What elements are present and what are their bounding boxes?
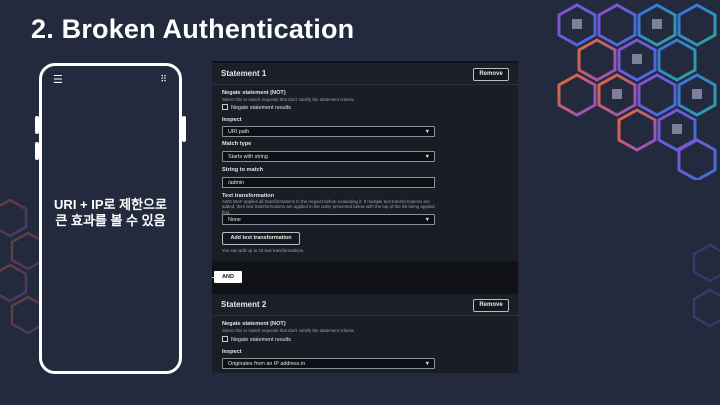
match-type-select[interactable]: Starts with string ▼ — [222, 151, 435, 162]
statement-1-body: Negate statement (NOT) Select this to ma… — [212, 85, 518, 261]
app-grid-icon[interactable]: ⠿ — [160, 75, 167, 84]
string-to-match-label: String to match — [222, 167, 264, 173]
statement-2-remove-button[interactable]: Remove — [473, 299, 509, 312]
slide-title: 2. Broken Authentication — [31, 14, 355, 44]
inspect-select-value-2: Originates from an IP address in — [228, 361, 306, 367]
negate-checkbox-2[interactable] — [222, 336, 228, 342]
waf-rule-console: Statement 1 Remove Negate statement (NOT… — [212, 61, 518, 373]
phone-caption: URI + IP로 제한으로 큰 효과를 볼 수 있음 — [42, 197, 179, 229]
string-to-match-value: /admin — [228, 180, 245, 186]
statement-1-remove-button[interactable]: Remove — [473, 68, 509, 81]
phone-mockup: ☰ ⠿ URI + IP로 제한으로 큰 효과를 볼 수 있음 — [35, 63, 186, 374]
phone-caption-line-1: URI + IP로 제한으로 — [54, 197, 167, 212]
match-type-value: Starts with string — [228, 154, 268, 160]
negate-checkbox-label-2: Negate statement results — [231, 337, 291, 343]
statement-1-header: Statement 1 Remove — [212, 63, 518, 85]
hexagon-pattern-decoration — [557, 3, 717, 180]
inspect-select-2[interactable]: Originates from an IP address in ▼ — [222, 358, 435, 369]
hexagon-pattern-decoration-faint — [0, 198, 40, 335]
inspect-label: Inspect — [222, 117, 242, 123]
caret-down-icon: ▼ — [424, 129, 430, 135]
caret-down-icon: ▼ — [424, 154, 430, 160]
inspect-select[interactable]: URI path ▼ — [222, 126, 435, 137]
negate-checkbox[interactable] — [222, 104, 228, 110]
caret-down-icon: ▼ — [424, 361, 430, 367]
negate-description-2: Select this to match requests that don't… — [222, 328, 355, 333]
text-transformation-description: AWS WAF applies all transformations to t… — [222, 199, 435, 215]
negate-label: Negate statement (NOT) — [222, 90, 286, 96]
add-text-transformation-button[interactable]: Add text transformation — [222, 232, 300, 245]
phone-caption-line-2: 큰 효과를 볼 수 있음 — [55, 213, 166, 228]
statement-2-header: Statement 2 Remove — [212, 294, 518, 316]
add-transformation-hint: You can add up to 10 text transformation… — [222, 248, 305, 253]
phone-side-button-right — [182, 116, 186, 142]
and-connector-badge: AND — [214, 271, 242, 283]
statement-2-title: Statement 2 — [221, 300, 267, 309]
caret-down-icon: ▼ — [424, 217, 430, 223]
text-transformation-value: None — [228, 217, 241, 223]
statement-2-body: Negate statement (NOT) Select this to ma… — [212, 316, 518, 373]
negate-description: Select this to match requests that don't… — [222, 97, 355, 102]
statement-1-title: Statement 1 — [221, 69, 267, 78]
inspect-label-2: Inspect — [222, 349, 242, 355]
text-transformation-select[interactable]: None ▼ — [222, 214, 435, 225]
match-type-label: Match type — [222, 141, 252, 147]
string-to-match-input[interactable]: /admin — [222, 177, 435, 188]
inspect-select-value: URI path — [228, 129, 250, 135]
hexagon-pattern-decoration-faint-right — [692, 243, 720, 328]
negate-label-2: Negate statement (NOT) — [222, 321, 286, 327]
hamburger-menu-icon[interactable]: ☰ — [53, 75, 63, 86]
phone-side-button-left — [35, 116, 39, 134]
phone-side-button-left-2 — [35, 142, 39, 160]
negate-checkbox-label: Negate statement results — [231, 105, 291, 111]
